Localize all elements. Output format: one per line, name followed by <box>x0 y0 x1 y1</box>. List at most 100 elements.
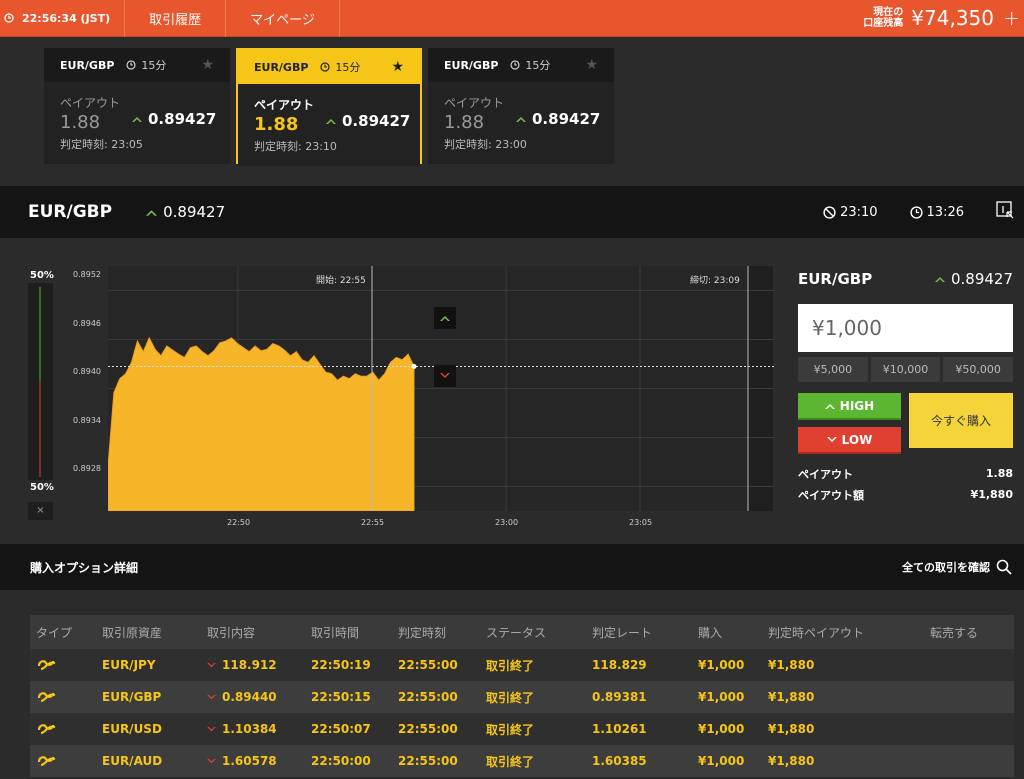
purchase-cell: ¥1,000 <box>698 754 745 768</box>
payout-label: ペイアウト <box>60 96 121 110</box>
judge-rate-cell: 1.10261 <box>592 722 647 736</box>
table-row[interactable]: EUR/JPY 118.912 22:50:19 22:55:00 取引終了 118.82… <box>30 649 1014 681</box>
content-cell: 1.60578 <box>207 754 311 768</box>
nav-trade-history[interactable]: 取引履歴 <box>125 0 227 37</box>
col-type: タイプ <box>36 625 73 640</box>
trade-header: EUR/GBP 0.89427 <box>798 268 1013 290</box>
close-ratio-button[interactable]: × <box>28 502 53 520</box>
type-cell <box>30 721 102 738</box>
payout-cell: ¥1,880 <box>768 690 815 704</box>
timer-icon <box>909 205 923 219</box>
asset-cell: EUR/GBP <box>102 690 162 704</box>
trade-type-icon <box>37 723 56 734</box>
judge-rate-cell: 118.829 <box>592 658 647 672</box>
card-header: EUR/GBP 15分 ★ <box>428 48 614 82</box>
remaining-time: 13:26 <box>909 205 964 220</box>
y-tick-label: 0.8952 <box>73 270 101 279</box>
trade-asset: EUR/GBP <box>798 270 873 288</box>
details-bar: 購入オプション詳細 全ての取引を確認 <box>0 544 1024 590</box>
ratio-bar <box>28 283 53 480</box>
clock-icon <box>126 60 137 70</box>
trade-panel: EUR/GBP 0.89427 ¥1,000 ¥5,000 ¥10,000 ¥5… <box>798 268 1014 505</box>
star-icon[interactable]: ★ <box>391 59 404 75</box>
card-rate: 0.89427 <box>326 112 410 130</box>
col-purchase: 購入 <box>698 625 723 640</box>
option-card[interactable]: EUR/GBP 15分 ★ ペイアウト 1.88 0.89427 判定時刻: 2… <box>44 48 230 164</box>
card-pair: EUR/GBP <box>444 58 499 72</box>
trade-time-cell: 22:50:19 <box>311 658 371 672</box>
all-trades-link[interactable]: 全ての取引を確認 <box>902 559 1012 575</box>
table-row[interactable]: EUR/USD 1.10384 22:50:07 22:55:00 取引終了 1.1026… <box>30 713 1014 745</box>
content-cell: 118.912 <box>207 658 311 672</box>
col-content: 取引内容 <box>207 625 256 640</box>
card-duration-text: 15分 <box>141 59 167 72</box>
table-row[interactable]: EUR/AUD 1.60578 22:50:00 22:55:00 取引終了 1.6038… <box>30 745 1014 777</box>
preset-50000-button[interactable]: ¥50,000 <box>943 357 1014 382</box>
content-rate: 118.912 <box>222 658 277 672</box>
up-arrow-icon <box>132 117 142 122</box>
card-rate-text: 0.89427 <box>342 112 411 130</box>
start-marker-label: 開始: 22:55 <box>316 276 366 286</box>
balance-label: 現在の 口座残高 <box>863 7 903 29</box>
price-chart[interactable] <box>108 266 774 511</box>
no-entry-icon <box>823 205 836 219</box>
option-card[interactable]: EUR/GBP 15分 ★ ペイアウト 1.88 0.89427 判定時刻: 2… <box>428 48 614 164</box>
judge-time-cell: 22:55:00 <box>398 754 458 768</box>
card-header: EUR/GBP 15分 ★ <box>44 48 230 82</box>
up-arrow-icon <box>516 117 526 122</box>
nav-my-page[interactable]: マイページ <box>226 0 340 37</box>
star-icon[interactable]: ★ <box>201 57 214 73</box>
card-duration: 15分 <box>126 57 166 73</box>
content-cell: 1.10384 <box>207 722 311 736</box>
type-cell <box>30 753 102 770</box>
option-card-active[interactable]: EUR/GBP 15分 ★ ペイアウト 1.88 0.89427 判定時刻: 2… <box>236 48 422 166</box>
judge-time: 判定時刻: 23:00 <box>444 138 527 151</box>
card-rate: 0.89427 <box>516 110 600 128</box>
card-rate-text: 0.89427 <box>148 110 217 128</box>
preset-10000-button[interactable]: ¥10,000 <box>870 357 941 382</box>
col-payout: 判定時ペイアウト <box>768 625 865 640</box>
down-arrow-icon <box>207 662 216 667</box>
low-button[interactable]: LOW <box>798 427 901 454</box>
payout-row: ペイアウト 1.88 <box>798 463 1013 484</box>
trade-type-icon <box>37 755 56 766</box>
type-cell <box>30 689 102 706</box>
add-button[interactable]: + <box>1003 8 1020 28</box>
close-time-text: 23:10 <box>840 204 878 220</box>
trade-time-cell: 22:50:07 <box>311 722 371 736</box>
content-rate: 0.89440 <box>222 690 277 704</box>
card-pair: EUR/GBP <box>254 60 309 74</box>
purchase-cell: ¥1,000 <box>698 690 745 704</box>
close-time: 23:10 <box>823 204 878 220</box>
status-cell: 取引終了 <box>486 658 535 673</box>
x-tick-label: 23:00 <box>495 518 519 527</box>
judge-time-cell: 22:55:00 <box>398 722 458 736</box>
high-button[interactable]: HIGH <box>798 393 901 420</box>
clock-icon <box>4 13 14 23</box>
content-rate: 1.60578 <box>222 754 277 768</box>
high-ratio: 50% <box>30 270 54 281</box>
low-arrow-button[interactable] <box>434 365 456 387</box>
preset-5000-button[interactable]: ¥5,000 <box>798 357 868 382</box>
judge-time-cell: 22:55:00 <box>398 658 458 672</box>
col-judge-rate: 判定レート <box>592 625 653 640</box>
y-tick-label: 0.8934 <box>73 416 101 425</box>
x-tick-label: 22:55 <box>361 518 385 527</box>
asset-rate-text: 0.89427 <box>163 203 226 221</box>
down-arrow-icon <box>440 373 450 378</box>
y-tick-label: 0.8928 <box>73 464 101 473</box>
all-trades-text: 全ての取引を確認 <box>902 561 990 574</box>
server-time-text: 22:56:34 (JST) <box>22 11 111 25</box>
trade-time-cell: 22:50:00 <box>311 754 371 768</box>
col-trade-time: 取引時間 <box>311 625 360 640</box>
amount-input[interactable]: ¥1,000 <box>798 304 1013 352</box>
server-time: 22:56:34 (JST) <box>0 0 126 37</box>
payout-cell: ¥1,880 <box>768 722 815 736</box>
buy-now-button[interactable]: 今すぐ購入 <box>909 393 1013 448</box>
table-row[interactable]: EUR/GBP 0.89440 22:50:15 22:55:00 取引終了 0.8938… <box>30 681 1014 713</box>
cursor-box-icon[interactable] <box>996 201 1014 223</box>
high-arrow-button[interactable] <box>434 307 456 329</box>
judge-time-cell: 22:55:00 <box>398 690 458 704</box>
balance-label-line1: 現在の <box>873 7 904 18</box>
star-icon[interactable]: ★ <box>585 57 598 73</box>
